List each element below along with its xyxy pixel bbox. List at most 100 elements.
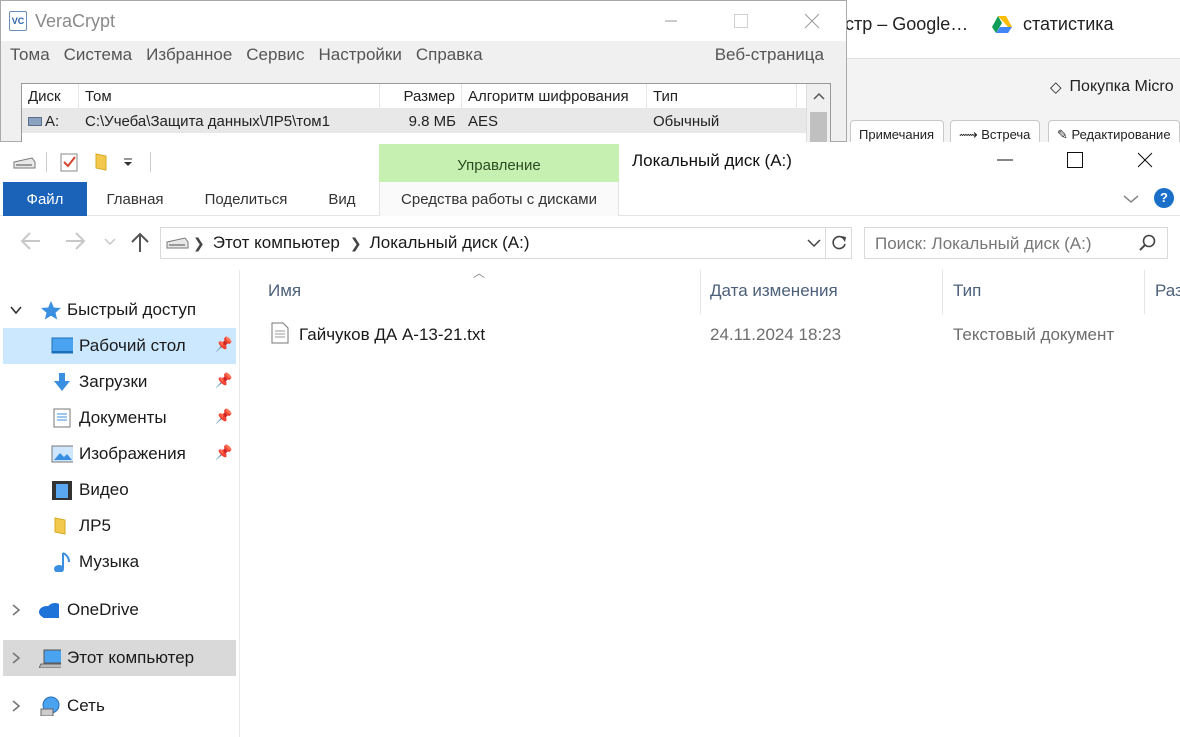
nav-onedrive[interactable]: OneDrive: [3, 592, 236, 628]
nav-pictures[interactable]: Изображения 📌: [3, 436, 236, 472]
drive-icon: [166, 237, 189, 249]
drive-icon: [28, 117, 42, 126]
tab-share[interactable]: Поделиться: [188, 182, 304, 216]
expand-chevron-icon[interactable]: [9, 603, 23, 617]
address-bar[interactable]: ❯ Этот компьютер ❯ Локальный диск (A:): [160, 227, 852, 259]
expand-chevron-icon[interactable]: [9, 699, 23, 713]
ribbon-tabs: Файл Главная Поделиться Вид Средства раб…: [0, 182, 1180, 216]
refresh-button[interactable]: [825, 228, 851, 258]
column-algorithm[interactable]: Алгоритм шифрования: [462, 84, 647, 108]
browser-tab-label: стр – Google…: [845, 14, 969, 34]
recent-locations-icon[interactable]: [104, 238, 116, 246]
close-button[interactable]: [1110, 142, 1180, 178]
file-row[interactable]: Гайчуков ДА А-13-21.txt 24.11.2024 18:23…: [266, 316, 1166, 352]
back-arrow-icon[interactable]: [20, 231, 42, 251]
column-date-modified[interactable]: Дата изменения: [710, 270, 940, 314]
tab-view[interactable]: Вид: [312, 182, 372, 216]
column-type[interactable]: Тип: [953, 270, 1143, 314]
pin-icon[interactable]: 📌: [215, 444, 232, 461]
drive-row[interactable]: A: C:\Учеба\Защита данных\ЛР5\том1 9.8 М…: [22, 109, 830, 133]
browser-tab[interactable]: стр – Google…: [845, 14, 968, 35]
tab-file[interactable]: Файл: [3, 182, 87, 216]
bookmark-item[interactable]: ◇ Покупка Micro: [1050, 78, 1174, 96]
breadcrumb-chevron-icon[interactable]: ❯: [193, 235, 205, 252]
column-separator[interactable]: [942, 270, 943, 314]
nav-label: Изображения: [79, 444, 186, 463]
volume-type: Обычный: [653, 113, 720, 130]
forward-arrow-icon[interactable]: [64, 231, 86, 251]
menu-system[interactable]: Система: [64, 45, 132, 65]
breadcrumb-this-pc[interactable]: Этот компьютер: [213, 233, 340, 253]
column-size[interactable]: Размер: [380, 84, 462, 108]
breadcrumb-chevron-icon[interactable]: ❯: [350, 235, 362, 252]
pin-icon[interactable]: 📌: [215, 336, 232, 353]
column-name[interactable]: Имя: [268, 270, 698, 314]
properties-icon[interactable]: [60, 152, 78, 172]
pencil-icon: ✎: [1057, 127, 1072, 142]
column-volume[interactable]: Том: [79, 84, 380, 108]
collapse-chevron-icon[interactable]: [9, 303, 23, 317]
menu-tools[interactable]: Сервис: [246, 45, 304, 65]
cloud-icon: [39, 603, 59, 618]
close-icon: [1137, 152, 1153, 168]
pin-icon[interactable]: 📌: [215, 372, 232, 389]
search-box[interactable]: Поиск: Локальный диск (A:): [864, 227, 1168, 259]
column-separator[interactable]: [1144, 270, 1145, 314]
nav-lr5-folder[interactable]: ЛР5: [3, 508, 236, 544]
drive-list-header: Диск Том Размер Алгоритм шифрования Тип: [22, 84, 830, 109]
search-icon[interactable]: [1139, 234, 1157, 252]
quick-access-toolbar: Управление Локальный диск (A:): [0, 142, 1180, 182]
address-history-dropdown-icon[interactable]: [807, 234, 821, 252]
column-type[interactable]: Тип: [647, 84, 797, 108]
nav-videos[interactable]: Видео: [3, 472, 236, 508]
pulse-icon: ⟿: [959, 127, 982, 142]
breadcrumb-local-disk[interactable]: Локальный диск (A:): [370, 233, 530, 253]
diamond-icon: ◇: [1050, 79, 1062, 96]
expand-ribbon-icon[interactable]: [1122, 190, 1140, 208]
tab-drive-tools[interactable]: Средства работы с дисками: [379, 182, 619, 216]
menu-favorites[interactable]: Избранное: [146, 45, 232, 65]
nav-music[interactable]: Музыка: [3, 544, 236, 580]
minimize-icon: [665, 20, 677, 22]
nav-downloads[interactable]: Загрузки 📌: [3, 364, 236, 400]
customize-toolbar-icon[interactable]: [123, 158, 133, 168]
help-button[interactable]: ?: [1154, 188, 1174, 208]
nav-label: Рабочий стол: [79, 336, 186, 355]
network-icon: [40, 696, 60, 716]
column-size[interactable]: Раз: [1155, 270, 1180, 314]
maximize-button[interactable]: [718, 1, 764, 41]
nav-documents[interactable]: Документы 📌: [3, 400, 236, 436]
nav-this-pc[interactable]: Этот компьютер: [3, 640, 236, 676]
tab-home[interactable]: Главная: [92, 182, 178, 216]
menu-webpage[interactable]: Веб-страница: [715, 45, 824, 65]
new-folder-icon[interactable]: [94, 152, 110, 172]
drive-list-scrollbar[interactable]: [806, 84, 830, 142]
bookmark-label: Покупка Micro: [1069, 78, 1174, 95]
minimize-button[interactable]: [970, 142, 1040, 178]
column-separator[interactable]: [700, 270, 701, 314]
computer-icon: [39, 649, 61, 668]
star-icon: [41, 301, 61, 320]
maximize-button[interactable]: [1040, 142, 1110, 178]
nav-network[interactable]: Сеть: [3, 688, 236, 724]
expand-chevron-icon[interactable]: [9, 651, 23, 665]
browser-tab[interactable]: статистика: [991, 14, 1114, 35]
browser-tab-label: статистика: [1023, 14, 1114, 34]
nav-desktop[interactable]: Рабочий стол 📌: [3, 328, 236, 364]
scrollbar-thumb[interactable]: [810, 112, 827, 142]
veracrypt-window: VC VeraCrypt Тома Система Избранное Серв…: [0, 0, 847, 143]
menu-help[interactable]: Справка: [416, 45, 483, 65]
up-arrow-icon[interactable]: [130, 231, 150, 253]
manage-contextual-tab[interactable]: Управление: [379, 144, 619, 182]
folder-icon: [54, 517, 66, 535]
minimize-button[interactable]: [648, 1, 694, 41]
column-drive[interactable]: Диск: [22, 84, 79, 108]
chip-label: Редактирование: [1071, 127, 1171, 142]
nav-label: ЛР5: [79, 516, 111, 535]
menu-settings[interactable]: Настройки: [319, 45, 402, 65]
pin-icon[interactable]: 📌: [215, 408, 232, 425]
nav-quick-access[interactable]: Быстрый доступ: [3, 292, 236, 328]
file-date: 24.11.2024 18:23: [710, 325, 842, 344]
menu-volumes[interactable]: Тома: [10, 45, 50, 65]
close-button[interactable]: [789, 1, 835, 41]
